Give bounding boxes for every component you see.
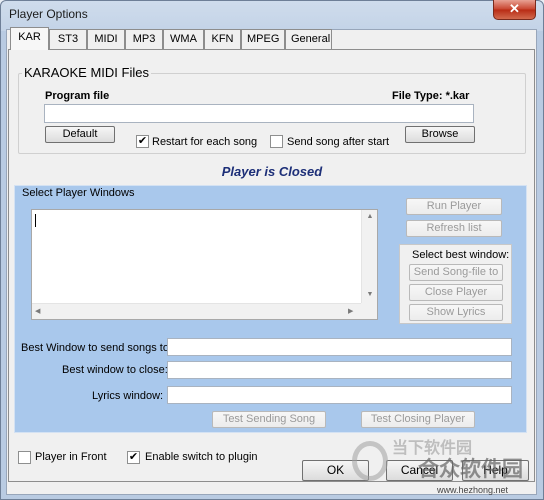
tab-midi[interactable]: MIDI (87, 29, 125, 49)
tab-kar[interactable]: KAR (10, 27, 49, 50)
watermark-url: www.hezhong.net (437, 485, 509, 495)
enable-switch-label: Enable switch to plugin (145, 451, 258, 463)
tab-label: MP3 (132, 33, 156, 45)
scroll-up-icon[interactable]: ▲ (362, 213, 378, 220)
default-button[interactable]: Default (45, 126, 115, 143)
test-closing-player-button[interactable]: Test Closing Player (361, 411, 475, 428)
tab-label: WMA (170, 33, 197, 45)
group-title: KARAOKE MIDI Files (22, 65, 151, 80)
list-vertical-scrollbar[interactable]: ▲ ▼ (361, 210, 377, 303)
send-after-start-label: Send song after start (287, 136, 390, 148)
scroll-down-icon[interactable]: ▼ (362, 291, 378, 298)
close-player-button[interactable]: Close Player (409, 284, 503, 301)
checkmark-icon: ✔ (137, 135, 148, 147)
best-send-input[interactable] (167, 338, 512, 356)
send-song-file-button[interactable]: Send Song-file to (409, 264, 503, 281)
tab-wma[interactable]: WMA (163, 29, 204, 49)
lyrics-window-input[interactable] (167, 386, 512, 404)
list-horizontal-scrollbar[interactable]: ◀ ▶ (32, 303, 361, 319)
tab-general[interactable]: General (285, 29, 332, 49)
tab-label: KAR (18, 31, 41, 43)
tab-kfn[interactable]: KFN (204, 29, 241, 49)
run-player-button[interactable]: Run Player (406, 198, 502, 215)
refresh-list-button[interactable]: Refresh list (406, 220, 502, 237)
player-windows-title: Select Player Windows (22, 187, 135, 199)
show-lyrics-button[interactable]: Show Lyrics (409, 304, 503, 321)
player-in-front-label: Player in Front (35, 451, 107, 463)
best-window-title: Select best window: (412, 249, 510, 261)
browse-button[interactable]: Browse (405, 126, 475, 143)
enable-switch-checkbox[interactable]: ✔ (127, 451, 140, 464)
player-status-text: Player is Closed (221, 164, 323, 179)
lyrics-window-label: Lyrics window: (92, 390, 164, 402)
file-type-label: File Type: *.kar (392, 90, 470, 102)
best-send-label: Best Window to send songs to: (21, 342, 173, 354)
restart-label: Restart for each song (152, 136, 258, 148)
tab-label: KFN (211, 33, 234, 45)
best-close-input[interactable] (167, 361, 512, 379)
restart-checkbox[interactable]: ✔ (136, 135, 149, 148)
tab-label: General (291, 33, 331, 45)
text-cursor (35, 214, 36, 227)
tab-label: MIDI (94, 33, 118, 45)
checkmark-icon: ✔ (128, 451, 139, 463)
player-in-front-checkbox[interactable] (18, 451, 31, 464)
tab-st3[interactable]: ST3 (49, 29, 87, 49)
test-sending-song-button[interactable]: Test Sending Song (212, 411, 326, 428)
program-file-label: Program file (45, 90, 110, 102)
tab-label: MPEG (247, 33, 280, 45)
tab-label: ST3 (57, 33, 79, 45)
scroll-right-icon[interactable]: ▶ (348, 307, 353, 315)
window-title: Player Options (9, 7, 88, 21)
scrollbar-corner (361, 303, 377, 319)
close-button[interactable]: ✕ (493, 0, 536, 20)
tab-mpeg[interactable]: MPEG (241, 29, 285, 49)
watermark-logo-icon (352, 441, 388, 481)
scroll-left-icon[interactable]: ◀ (35, 307, 40, 315)
best-close-label: Best window to close: (62, 364, 168, 376)
tab-mp3[interactable]: MP3 (125, 29, 163, 49)
watermark-line2: 合众软件园 (418, 458, 523, 481)
send-after-start-checkbox[interactable] (270, 135, 283, 148)
title-bar[interactable]: Player Options (0, 0, 544, 29)
close-icon: ✕ (509, 1, 520, 16)
program-file-input[interactable] (44, 104, 474, 123)
